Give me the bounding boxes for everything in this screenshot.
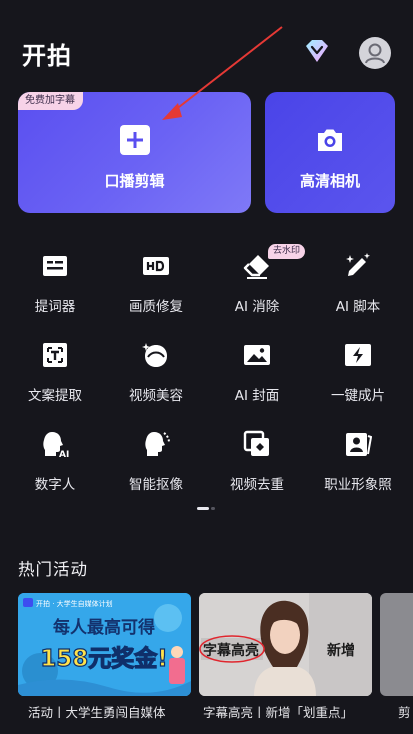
cutout-icon	[142, 430, 170, 458]
activity-banner-campus[interactable]: 开拍 · 大学生自媒体计划 每人最高可得 158元奖金!	[18, 593, 191, 696]
tool-label: 视频美容	[129, 388, 183, 404]
activity-caption[interactable]: 字幕高亮丨新增「划重点」	[203, 702, 353, 721]
dedupe-icon	[243, 430, 271, 458]
plus-icon	[119, 124, 151, 156]
tool-label: 画质修复	[129, 299, 183, 315]
activity-banner-subtitle[interactable]: 字幕高亮 新增	[199, 593, 372, 696]
digital-human-icon: AI	[41, 430, 69, 460]
tool-ai-cover[interactable]: AI 封面	[207, 329, 307, 409]
avatar[interactable]	[359, 37, 391, 69]
watermark-badge: 去水印	[268, 244, 306, 259]
lightning-icon	[344, 341, 372, 369]
page-title: 开拍	[22, 42, 72, 70]
portrait-icon	[344, 430, 373, 458]
tool-label: 智能抠像	[129, 477, 183, 493]
tool-digital-human[interactable]: AI 数字人	[5, 418, 105, 498]
teleprompter-icon	[41, 252, 69, 280]
tool-label: AI 封面	[234, 388, 280, 404]
tool-smart-cutout[interactable]: 智能抠像	[106, 418, 206, 498]
hd-camera-label: 高清相机	[299, 172, 360, 190]
section-title: 热门活动	[18, 560, 88, 579]
tool-label: 数字人	[34, 477, 76, 493]
hd-camera-card[interactable]: 高清相机	[265, 92, 395, 213]
eraser-icon	[243, 252, 271, 280]
activity-caption[interactable]: 剪	[398, 702, 411, 721]
page-dot-active	[197, 507, 209, 510]
beauty-icon	[142, 341, 170, 369]
banner-headline: 每人最高可得	[53, 617, 155, 638]
banner-tag-right: 新增	[327, 642, 355, 659]
tool-quality-repair[interactable]: 画质修复	[106, 240, 206, 320]
activity-banner-partial[interactable]	[380, 593, 413, 696]
free-subtitle-badge: 免费加字幕	[18, 92, 83, 110]
user-avatar-icon	[365, 43, 385, 64]
tool-video-beauty[interactable]: 视频美容	[106, 329, 206, 409]
diamond-icon[interactable]	[302, 38, 332, 66]
tool-text-extract[interactable]: 文案提取	[5, 329, 105, 409]
page-dot	[211, 507, 215, 510]
tool-pro-portrait[interactable]: 职业形象照	[308, 418, 408, 498]
tool-label: 职业形象照	[324, 477, 392, 493]
banner-tag-left: 字幕高亮	[203, 642, 259, 659]
tool-ai-erase[interactable]: 去水印 AI 消除	[207, 240, 307, 320]
tool-one-click[interactable]: 一键成片	[308, 329, 408, 409]
image-icon	[243, 341, 271, 369]
oral-edit-label: 口播剪辑	[104, 172, 165, 190]
camera-icon	[314, 124, 346, 156]
activity-caption[interactable]: 活动丨大学生勇闯自媒体	[28, 702, 166, 721]
tool-label: 视频去重	[230, 477, 284, 493]
tool-label: 一键成片	[331, 388, 385, 404]
banner-top-text: 开拍 · 大学生自媒体计划	[36, 599, 113, 608]
tool-label: AI 消除	[234, 299, 280, 315]
header: 开拍	[0, 0, 413, 90]
svg-text:AI: AI	[59, 450, 69, 458]
banner-amount: 158元奖金!	[40, 645, 168, 672]
hd-icon	[142, 252, 170, 280]
oral-edit-card[interactable]: 免费加字幕 口播剪辑	[18, 92, 251, 213]
text-extract-icon	[41, 341, 69, 369]
magic-pen-icon	[344, 252, 372, 280]
tool-teleprompter[interactable]: 提词器	[5, 240, 105, 320]
tool-label: 文案提取	[28, 388, 82, 404]
tool-label: AI 脚本	[335, 299, 381, 315]
tool-video-dedupe[interactable]: 视频去重	[207, 418, 307, 498]
tool-label: 提词器	[34, 299, 76, 315]
tool-ai-script[interactable]: AI 脚本	[308, 240, 408, 320]
